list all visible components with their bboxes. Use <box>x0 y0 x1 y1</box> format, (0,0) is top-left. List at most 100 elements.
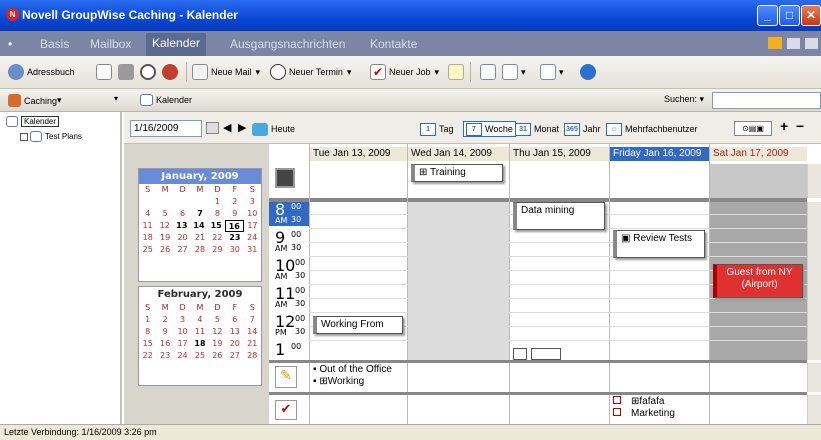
maximize-button[interactable]: □ <box>779 5 800 26</box>
day-cell[interactable]: 20 <box>226 338 243 350</box>
appointment-working-from[interactable]: Working From <box>313 316 403 334</box>
appointment-review-tests[interactable]: ▣ Review Tests <box>613 230 705 258</box>
day-cell[interactable]: 23 <box>156 350 173 362</box>
panel-button[interactable]: ▾ <box>502 62 526 82</box>
collapsed-appointment-icon[interactable] <box>513 348 527 360</box>
day-cell[interactable]: 2 <box>156 314 173 326</box>
time-slot-10am[interactable]: 10 00 30 AM <box>269 258 309 282</box>
find-button[interactable] <box>140 62 159 82</box>
collapsed-appointment-icon[interactable] <box>531 348 561 360</box>
chevron-down-icon[interactable]: ▾ <box>435 62 440 82</box>
day-header-tue[interactable]: Tue Jan 13, 2009 <box>309 147 407 161</box>
appointment-data-mining[interactable]: Data mining <box>513 202 605 230</box>
day-cell[interactable]: 7 <box>244 314 261 326</box>
time-slot-11am[interactable]: 11 00 30 AM <box>269 286 309 310</box>
adressbuch-button[interactable]: Adressbuch <box>8 62 75 82</box>
new-note-button[interactable] <box>448 62 467 82</box>
day-cell[interactable]: 14 <box>244 326 261 338</box>
day-cell[interactable]: 13 <box>173 220 190 232</box>
chevron-down-icon[interactable]: ▾ <box>347 62 352 82</box>
chevron-down-icon[interactable]: ▾ <box>256 62 261 82</box>
view-jahr-button[interactable]: 365 Jahr <box>564 121 601 137</box>
day-cell[interactable] <box>174 196 191 208</box>
day-cell[interactable]: 11 <box>191 326 208 338</box>
day-cell[interactable]: 23 <box>226 232 243 244</box>
day-cell[interactable]: 5 <box>209 314 226 326</box>
day-cell[interactable]: 29 <box>209 244 226 256</box>
folder-test-plans[interactable]: Test Plans <box>20 131 82 142</box>
proxy-button[interactable] <box>162 62 181 82</box>
tasks-scrollbar[interactable] <box>807 395 821 424</box>
day-cell[interactable]: 31 <box>244 244 261 256</box>
note-item[interactable]: ▪ ⊞Working <box>313 376 392 388</box>
day-cell[interactable]: 18 <box>139 232 156 244</box>
previous-arrow-icon[interactable]: ◀ <box>223 121 231 134</box>
day-cell[interactable]: 2 <box>226 196 243 208</box>
checkbox[interactable] <box>20 132 28 141</box>
view-monat-button[interactable]: 31 Monat <box>515 121 559 137</box>
time-slot-1pm[interactable]: 1 00 <box>269 342 309 358</box>
day-cell[interactable]: 25 <box>191 350 208 362</box>
tab-basis[interactable]: Basis <box>40 37 69 51</box>
day-cell[interactable]: 27 <box>174 244 191 256</box>
globe-button[interactable] <box>580 62 599 82</box>
day-cell[interactable]: 8 <box>139 326 156 338</box>
chevron-down-icon[interactable]: ▾ <box>559 62 564 82</box>
day-cell[interactable]: 12 <box>209 326 226 338</box>
folder-menu-chevron-icon[interactable]: ▾ <box>114 94 118 103</box>
day-cell[interactable]: 19 <box>209 338 226 350</box>
day-cell[interactable]: 20 <box>174 232 191 244</box>
task-checkbox[interactable] <box>613 408 621 416</box>
view-mehrfachbenutzer-button[interactable]: ☺ Mehrfachbenutzer <box>606 121 698 137</box>
heute-button[interactable]: Heute <box>252 121 295 137</box>
time-slot-8am[interactable]: 8 00 30 AM <box>269 202 309 226</box>
date-picker-icon[interactable] <box>206 122 219 134</box>
day-cell[interactable]: 30 <box>226 244 243 256</box>
notes-scrollbar[interactable] <box>807 363 821 392</box>
day-cell[interactable]: 28 <box>244 350 261 362</box>
task-item[interactable]: Marketing <box>613 408 675 420</box>
day-cell[interactable]: 8 <box>209 208 226 220</box>
day-header-sat[interactable]: Sat Jan 17, 2009 <box>709 147 807 161</box>
day-header-wed[interactable]: Wed Jan 14, 2009 <box>407 147 509 161</box>
task-checkbox[interactable] <box>613 396 621 404</box>
day-cell[interactable]: 10 <box>244 208 261 220</box>
folder-kalender[interactable]: Kalender <box>6 116 60 127</box>
day-cell[interactable]: 14 <box>190 220 207 232</box>
next-arrow-icon[interactable]: ▶ <box>238 121 246 134</box>
day-cell[interactable]: 19 <box>156 232 173 244</box>
print-button[interactable] <box>118 62 137 82</box>
day-cell[interactable]: 28 <box>191 244 208 256</box>
neue-mail-button[interactable]: Neue Mail ▾ <box>192 62 260 82</box>
day-cell-today[interactable]: 16 <box>224 220 244 232</box>
day-cell[interactable]: 18 <box>191 338 208 350</box>
day-cell[interactable]: 22 <box>139 350 156 362</box>
day-header-fri[interactable]: Friday Jan 16, 2009 <box>609 147 709 161</box>
day-cell[interactable]: 16 <box>156 338 173 350</box>
day-cell[interactable]: 1 <box>139 314 156 326</box>
day-cell[interactable]: 12 <box>156 220 173 232</box>
day-cell[interactable] <box>156 196 173 208</box>
tab-menu-icon[interactable]: • <box>8 37 12 51</box>
search-input[interactable] <box>712 92 821 109</box>
caching-dropdown[interactable]: Caching ▾ <box>8 94 62 107</box>
day-cell[interactable]: 17 <box>244 220 261 232</box>
day-cell[interactable]: 26 <box>156 244 173 256</box>
day-cell[interactable]: 22 <box>209 232 226 244</box>
time-slot-12pm[interactable]: 12 00 30 PM <box>269 314 309 338</box>
note-pencil-icon[interactable]: ✎ <box>275 366 297 388</box>
day-cell[interactable] <box>191 196 208 208</box>
tab-ausgangsnachrichten[interactable]: Ausgangsnachrichten <box>230 37 345 51</box>
task-item[interactable]: ⊞fafafa <box>613 396 675 408</box>
day-cell[interactable]: 7 <box>191 208 208 220</box>
day-cell[interactable]: 25 <box>139 244 156 256</box>
day-cell[interactable]: 6 <box>226 314 243 326</box>
allday-scrollbar[interactable] <box>807 164 821 198</box>
layout-button[interactable]: ▾ <box>540 62 564 82</box>
day-cell[interactable]: 21 <box>191 232 208 244</box>
day-cell[interactable]: 27 <box>226 350 243 362</box>
view-button[interactable] <box>480 62 499 82</box>
time-slot-9am[interactable]: 9 00 30 AM <box>269 230 309 254</box>
chevron-down-icon[interactable]: ▾ <box>521 62 526 82</box>
day-cell[interactable]: 10 <box>174 326 191 338</box>
